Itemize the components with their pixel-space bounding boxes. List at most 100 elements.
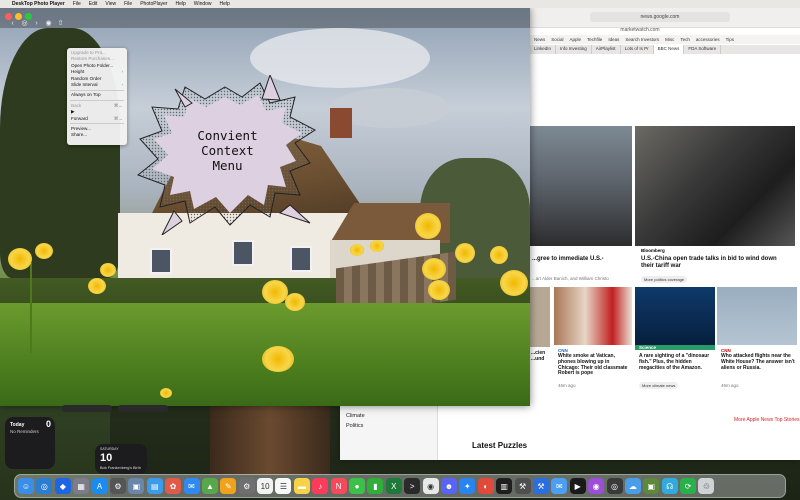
play-icon[interactable]: ◎ <box>20 19 29 28</box>
menu-item-help-2[interactable]: Help <box>220 1 230 7</box>
calendar-event: Bob Frankenberg's Birth <box>100 466 141 470</box>
bookmark-item[interactable]: accessories <box>696 37 720 42</box>
news-card[interactable]: CNN White smoke at Vatican, phones blowi… <box>554 287 632 392</box>
bookmark-item[interactable]: Techfile <box>587 37 602 42</box>
calendar-widget[interactable]: SATURDAY 10 Bob Frankenberg's Birth <box>95 444 147 474</box>
browser-tab[interactable]: Lots of Is Pr <box>621 45 654 54</box>
browser-tab-active[interactable]: BBC News <box>653 45 685 54</box>
more-stories-link[interactable]: More Apple News Top Stories <box>734 417 800 423</box>
menu-item-file[interactable]: File <box>73 1 81 7</box>
browser-tab[interactable]: Info Investing <box>556 45 592 54</box>
widget-title: Today <box>10 422 25 428</box>
calendar-icon[interactable]: 10 <box>257 478 274 494</box>
browser-tab[interactable]: AirPlaylist <box>592 45 621 54</box>
photos-icon[interactable]: ✿ <box>165 478 182 494</box>
bookmark-item[interactable]: Apple <box>570 37 582 42</box>
menu-item-photoplayer[interactable]: PhotoPlayer <box>140 1 167 7</box>
weather-icon[interactable]: ☁ <box>624 478 641 494</box>
tab-bar: LinkedIn Info Investing AirPlaylist Lots… <box>530 45 800 54</box>
bookmark-item[interactable]: Search Investors <box>625 37 659 42</box>
back-icon[interactable]: ‹ <box>8 19 17 28</box>
sync-icon[interactable]: ⟳ <box>680 478 697 494</box>
eye-icon[interactable]: ◉ <box>44 19 53 28</box>
reminders-icon[interactable]: ☰ <box>275 478 292 494</box>
news-card[interactable]: CNN Who attacked flights near the White … <box>717 287 797 392</box>
browser-tab[interactable]: LinkedIn <box>530 45 557 54</box>
news-meta: ...art Alder Banich, and William Christo <box>532 276 609 281</box>
discord-icon[interactable]: ☻ <box>440 478 457 494</box>
appstore2-icon[interactable]: ✦ <box>459 478 476 494</box>
menu-item-help[interactable]: Help <box>175 1 185 7</box>
menu-item-forward[interactable]: Forward ⌘→ <box>67 116 127 122</box>
bookmark-item[interactable]: Misc <box>665 37 674 42</box>
bookmark-item[interactable]: Tips <box>726 37 734 42</box>
notes-icon[interactable]: ▬ <box>293 478 310 494</box>
news-card[interactable]: ...cien ...und <box>530 287 550 392</box>
menu-app-name[interactable]: DeskTop Photo Player <box>12 1 65 7</box>
news-card[interactable]: Bloomberg U.S.-China open trade talks in… <box>635 126 795 284</box>
photo-daffodil <box>285 293 305 311</box>
numbers-icon[interactable]: ▮ <box>367 478 384 494</box>
secondary-url: marketwatch.com <box>620 27 660 33</box>
address-bar[interactable]: news.google.com <box>590 12 730 22</box>
messages-icon[interactable]: ● <box>349 478 366 494</box>
activity-icon[interactable]: ▥ <box>496 478 513 494</box>
reminders-widget[interactable]: Today No Reminders 0 <box>5 417 55 469</box>
share-icon[interactable]: ⇧ <box>56 19 65 28</box>
more-coverage-button[interactable]: More politics coverage <box>641 276 688 283</box>
tv-icon[interactable]: ▶ <box>569 478 586 494</box>
terminal-icon[interactable]: > <box>404 478 421 494</box>
menu-shortcut: ⌘→ <box>113 115 123 121</box>
system-icon[interactable]: ⚙ <box>109 478 126 494</box>
more-climate-button[interactable]: More climate news <box>639 382 679 389</box>
browser-icon[interactable]: ◐ <box>477 478 494 494</box>
menu-item-share[interactable]: Share... <box>67 132 127 138</box>
menu-item-label: Open Photo Folder... <box>71 62 114 68</box>
menu-item-file-2[interactable]: File <box>124 1 132 7</box>
bookmark-item[interactable]: Ideas <box>608 37 619 42</box>
news-icon[interactable]: N <box>330 478 347 494</box>
safari-icon[interactable]: ◎ <box>36 478 53 494</box>
excel-icon[interactable]: X <box>385 478 402 494</box>
menu-item-slide-interval[interactable]: Slide Interval › <box>67 82 127 88</box>
mail-icon[interactable]: ✉ <box>183 478 200 494</box>
bookmark-item[interactable]: News <box>534 37 545 42</box>
utility-icon[interactable]: ⚒ <box>514 478 531 494</box>
news-card[interactable]: ...gree to immediate U.S.- ...art Alder … <box>530 126 632 284</box>
bookmark-item[interactable]: Social <box>551 37 563 42</box>
trash-icon[interactable]: ♲ <box>698 478 715 494</box>
launchpad-icon[interactable]: ▦ <box>73 478 90 494</box>
music-icon[interactable]: ♪ <box>312 478 329 494</box>
settings-icon[interactable]: ⚙ <box>238 478 255 494</box>
menu-item-window[interactable]: Window <box>194 1 212 7</box>
bookmark-item[interactable]: Tech <box>680 37 690 42</box>
finder-icon[interactable]: ☺ <box>18 478 34 494</box>
podcast-icon[interactable]: ◉ <box>588 478 605 494</box>
browser-tab[interactable]: FDA Software <box>684 45 722 54</box>
news-headline: ...cien ...und <box>531 350 546 362</box>
dropbox-icon[interactable]: ◆ <box>54 478 71 494</box>
menu-item-label: Preview... <box>71 125 91 131</box>
mail2-icon[interactable]: ✉ <box>551 478 568 494</box>
forward-icon[interactable]: › <box>32 19 41 28</box>
photo-daffodil <box>160 388 172 398</box>
xcode-icon[interactable]: ⚒ <box>532 478 549 494</box>
menu-item-always-on-top[interactable]: Always on Top <box>67 92 127 98</box>
maps-icon[interactable]: ▲ <box>201 478 218 494</box>
chat-icon[interactable]: ☊ <box>661 478 678 494</box>
news-card[interactable]: Science A rare sighting of a "dinosaur f… <box>635 287 715 392</box>
menu-item-edit[interactable]: Edit <box>89 1 98 7</box>
news-source: Science <box>635 345 715 350</box>
photoplayer-icon[interactable]: ▣ <box>643 478 660 494</box>
chrome-icon[interactable]: ◉ <box>422 478 439 494</box>
news-headline: A rare sighting of a "dinosaur fish." Pl… <box>639 353 710 371</box>
files-icon[interactable]: ▤ <box>146 478 163 494</box>
sidebar-item-politics[interactable]: Politics <box>340 421 437 431</box>
menu-item-view[interactable]: View <box>105 1 116 7</box>
camera-icon[interactable]: ◎ <box>606 478 623 494</box>
dock: ☺ ◎ ◆ ▦ A ⚙ ▣ ▤ ✿ ✉ ▲ ✎ ⚙ 10 ☰ ▬ ♪ N ● ▮ X > ◉ ☻ ✦ ◐ ▥ ⚒ ⚒ ✉ ▶ ◉ ◎ ☁ ▣ ☊ ⟳ ♲ <box>14 474 786 498</box>
sidebar-item-climate[interactable]: Climate <box>340 411 437 421</box>
app-store-icon[interactable]: A <box>91 478 108 494</box>
preview-icon[interactable]: ▣ <box>128 478 145 494</box>
pages-icon[interactable]: ✎ <box>220 478 237 494</box>
